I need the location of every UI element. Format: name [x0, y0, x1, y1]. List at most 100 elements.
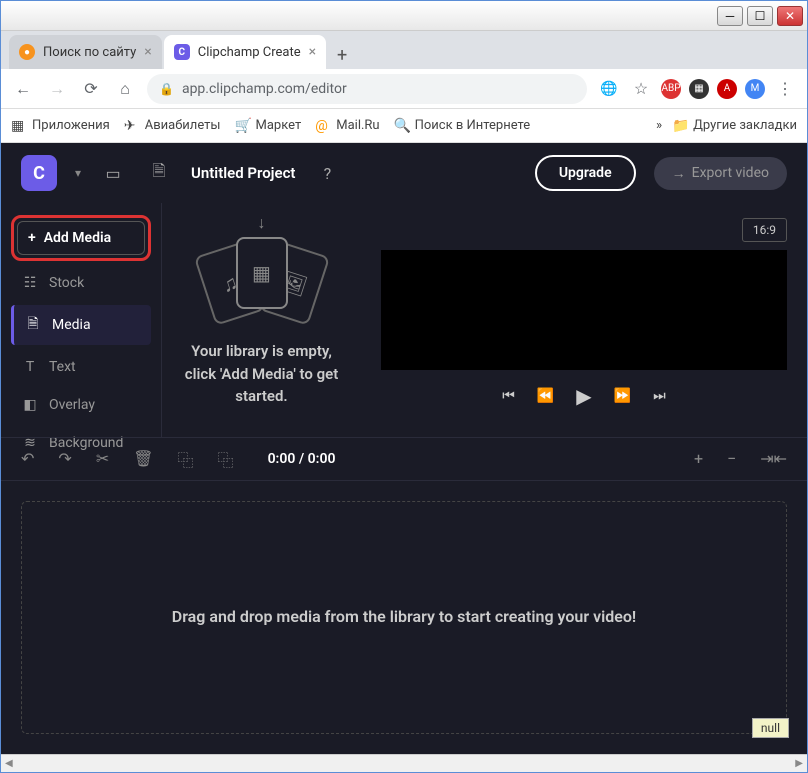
undo-button[interactable]: ↶	[21, 449, 34, 468]
playback-controls: ⏮ ⏪ ▶ ⏩ ⏭	[381, 370, 787, 422]
empty-state: ↓ ♫ ▦ 🖼 Your library is empty, click 'Ad…	[172, 218, 351, 408]
horizontal-scrollbar[interactable]: ◀ ▶	[1, 754, 807, 772]
timeline-toolbar: ↶ ↷ ✂ 🗑 ⿻ ⿻ 0:00 / 0:00 + − ⇥⇤	[1, 437, 807, 481]
bookmark-item[interactable]: @Mail.Ru	[315, 118, 379, 134]
sidebar-item-overlay[interactable]: ◧Overlay	[11, 389, 151, 421]
forward-button[interactable]: →	[45, 77, 69, 101]
zoom-out-button[interactable]: −	[727, 449, 736, 468]
address-bar[interactable]: 🔒 app.clipchamp.com/editor	[147, 74, 587, 104]
plus-icon: +	[28, 230, 36, 246]
empty-message: Your library is empty, click 'Add Media'…	[172, 340, 351, 408]
skip-end-icon[interactable]: ⏭	[653, 388, 666, 404]
profile-avatar[interactable]: M	[745, 79, 765, 99]
down-arrow-icon: ↓	[258, 213, 266, 233]
maximize-button[interactable]: ☐	[747, 6, 773, 26]
media-icon: 🗎	[24, 313, 42, 337]
zoom-in-button[interactable]: +	[694, 449, 703, 468]
forward-icon[interactable]: ⏩	[614, 388, 631, 404]
app-header: C ▾ ▭ 🗎 Untitled Project ? Upgrade → Exp…	[1, 143, 807, 203]
address-bar-row: ← → ⟳ ⌂ 🔒 app.clipchamp.com/editor 🌐 ☆ A…	[1, 69, 807, 109]
timecode: 0:00 / 0:00	[268, 451, 336, 467]
chevron-down-icon[interactable]: ▾	[75, 166, 81, 180]
translate-icon[interactable]: 🌐	[597, 77, 621, 101]
reload-button[interactable]: ⟳	[79, 77, 103, 101]
folder-icon: 📁	[672, 118, 688, 134]
preview-panel: 16:9 ⏮ ⏪ ▶ ⏩ ⏭	[361, 203, 807, 437]
library-panel: ↓ ♫ ▦ 🖼 Your library is empty, click 'Ad…	[161, 203, 361, 437]
file-icon[interactable]: 🗎	[145, 159, 173, 187]
mail-icon: @	[315, 118, 331, 134]
search-icon: 🔍	[394, 118, 410, 134]
delete-button[interactable]: 🗑	[133, 449, 153, 468]
market-icon: 🛒	[235, 118, 251, 134]
menu-icon[interactable]: ⋮	[773, 77, 797, 101]
export-button[interactable]: → Export video	[654, 157, 787, 190]
minimize-button[interactable]: ─	[717, 6, 743, 26]
aspect-ratio-badge[interactable]: 16:9	[742, 218, 787, 242]
timeline: Drag and drop media from the library to …	[1, 481, 807, 755]
app-content: C ▾ ▭ 🗎 Untitled Project ? Upgrade → Exp…	[1, 143, 807, 754]
sidebar-item-stock[interactable]: ☷Stock	[11, 267, 151, 299]
tab-title: Поиск по сайту	[43, 45, 136, 60]
fit-button[interactable]: ⇥⇤	[760, 449, 787, 468]
stock-icon: ☷	[21, 275, 39, 291]
project-title[interactable]: Untitled Project	[191, 164, 295, 182]
star-icon[interactable]: ☆	[629, 77, 653, 101]
bookmark-item[interactable]: ✈Авиабилеты	[124, 118, 221, 134]
home-button[interactable]: ⌂	[113, 77, 137, 101]
film-card-icon: ▦	[236, 237, 288, 309]
duplicate-button[interactable]: ⿻	[218, 447, 234, 471]
film-icon[interactable]: ▭	[99, 159, 127, 187]
cut-button[interactable]: ✂	[96, 449, 109, 468]
timeline-hint: Drag and drop media from the library to …	[172, 604, 636, 630]
plane-icon: ✈	[124, 118, 140, 134]
bookmarks-bar: ▦Приложения ✈Авиабилеты 🛒Маркет @Mail.Ru…	[1, 109, 807, 143]
pdf-icon[interactable]: A	[717, 79, 737, 99]
bookmark-item[interactable]: 🛒Маркет	[235, 118, 302, 134]
app-logo[interactable]: C	[21, 155, 57, 191]
tab-close-icon[interactable]: ×	[144, 44, 151, 60]
close-button[interactable]: ✕	[777, 6, 803, 26]
tab-strip: ● Поиск по сайту × C Clipchamp Create × …	[1, 31, 807, 69]
favicon-icon: ●	[19, 44, 35, 60]
rewind-icon[interactable]: ⏪	[537, 388, 554, 404]
apps-button[interactable]: ▦Приложения	[11, 118, 110, 134]
sidebar: + Add Media ☷Stock 🗎Media TText ◧Overlay…	[1, 203, 161, 437]
favicon-icon: C	[174, 44, 190, 60]
bookmark-item[interactable]: 🔍Поиск в Интернете	[394, 118, 531, 134]
apps-icon: ▦	[11, 118, 27, 134]
adblock-icon[interactable]: ABP	[661, 79, 681, 99]
browser-window: ─ ☐ ✕ ● Поиск по сайту × C Clipchamp Cre…	[0, 0, 808, 773]
sidebar-item-media[interactable]: 🗎Media	[11, 305, 151, 345]
redo-button[interactable]: ↷	[58, 449, 71, 468]
preview-canvas[interactable]	[381, 250, 787, 370]
window-titlebar: ─ ☐ ✕	[1, 1, 807, 31]
help-icon[interactable]: ?	[313, 159, 341, 187]
main-row: + Add Media ☷Stock 🗎Media TText ◧Overlay…	[1, 203, 807, 437]
browser-tab[interactable]: C Clipchamp Create ×	[164, 35, 326, 69]
play-button[interactable]: ▶	[576, 384, 591, 408]
add-media-button[interactable]: + Add Media	[17, 221, 145, 255]
empty-illustration: ↓ ♫ ▦ 🖼	[197, 218, 327, 328]
sidebar-item-text[interactable]: TText	[11, 351, 151, 383]
null-tooltip: null	[752, 718, 789, 738]
new-tab-button[interactable]: +	[328, 41, 356, 69]
other-bookmarks[interactable]: 📁Другие закладки	[672, 118, 797, 134]
copy-button[interactable]: ⿻	[178, 447, 194, 471]
url-text: app.clipchamp.com/editor	[182, 81, 347, 97]
overlay-icon: ◧	[21, 397, 39, 413]
timeline-dropzone[interactable]: Drag and drop media from the library to …	[21, 501, 787, 735]
text-icon: T	[21, 359, 39, 375]
browser-tab[interactable]: ● Поиск по сайту ×	[9, 35, 162, 69]
tab-title: Clipchamp Create	[198, 45, 301, 60]
extension-icons: 🌐 ☆ ABP ▦ A M ⋮	[597, 77, 797, 101]
lock-icon: 🔒	[159, 82, 174, 96]
extension-icon[interactable]: ▦	[689, 79, 709, 99]
skip-start-icon[interactable]: ⏮	[502, 388, 515, 404]
back-button[interactable]: ←	[11, 77, 35, 101]
upgrade-button[interactable]: Upgrade	[535, 155, 636, 191]
tab-close-icon[interactable]: ×	[309, 44, 316, 60]
overflow-icon[interactable]: »	[656, 118, 662, 133]
add-media-highlight: + Add Media	[11, 215, 151, 261]
arrow-right-icon: →	[672, 165, 686, 182]
